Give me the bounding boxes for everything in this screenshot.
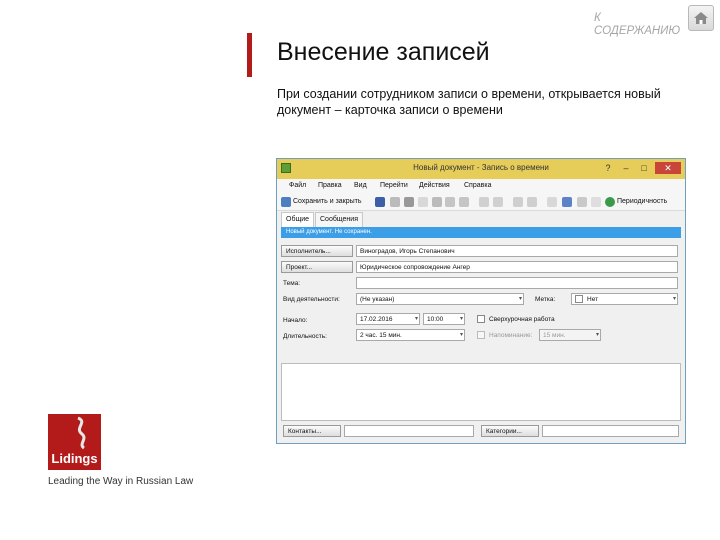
duration-value: 2 час. 15 мин. <box>360 332 402 339</box>
dropdown-icon[interactable] <box>547 197 557 207</box>
menu-go[interactable]: Перейти <box>380 182 408 189</box>
reminder-label: Напоминание: <box>489 332 533 339</box>
tab-general[interactable]: Общие <box>281 212 315 227</box>
page-title: Внесение записей <box>277 38 490 66</box>
mark-value: Нет <box>587 296 599 303</box>
project-button[interactable]: Проект... <box>281 261 353 273</box>
menu-actions[interactable]: Действия <box>419 182 450 189</box>
chevron-down-icon: ▾ <box>518 296 522 302</box>
mark-color-swatch <box>575 295 583 303</box>
move-icon[interactable] <box>432 197 442 207</box>
logo-text: Lidings <box>51 451 98 466</box>
duration-select[interactable]: 2 час. 15 мин. ▾ <box>356 329 465 341</box>
home-button[interactable] <box>688 5 714 31</box>
start-time-picker[interactable]: 10:00 ▾ <box>423 313 465 325</box>
menu-bar: Файл Правка Вид Перейти Действия Справка <box>277 179 685 194</box>
reminder-value: 15 мин. <box>543 332 566 339</box>
recurrence-icon <box>605 197 615 207</box>
previous-icon[interactable] <box>513 197 523 207</box>
start-date-value: 17.02.2016 <box>360 316 393 323</box>
flag-icon[interactable] <box>577 197 587 207</box>
save-close-button[interactable]: Сохранить и закрыть <box>293 198 362 205</box>
contacts-button[interactable]: Контакты... <box>283 425 341 437</box>
time-entry-window: Новый документ - Запись о времени ? – □ … <box>276 158 686 444</box>
mark-label: Метка: <box>535 296 556 303</box>
document-icon[interactable] <box>479 197 489 207</box>
overtime-label: Сверхурочная работа <box>489 316 555 323</box>
window-titlebar: Новый документ - Запись о времени ? – □ … <box>277 159 685 179</box>
activity-value: (Не указан) <box>360 296 395 303</box>
menu-help[interactable]: Справка <box>464 182 491 189</box>
chevron-down-icon: ▾ <box>672 296 676 302</box>
close-icon[interactable]: ✕ <box>655 162 681 174</box>
undo-icon[interactable] <box>445 197 455 207</box>
chevron-down-icon: ▾ <box>459 316 463 322</box>
tab-messages[interactable]: Сообщения <box>315 212 363 227</box>
toolbar: Сохранить и закрыть Периодичность <box>277 194 685 211</box>
title-accent-bar <box>247 33 252 77</box>
attach-icon[interactable] <box>390 197 400 207</box>
save-icon[interactable] <box>375 197 385 207</box>
start-label: Начало: <box>283 317 308 324</box>
home-icon <box>694 12 708 24</box>
start-date-picker[interactable]: 17.02.2016 ▾ <box>356 313 420 325</box>
save-close-icon <box>281 197 291 207</box>
activity-select[interactable]: (Не указан) ▾ <box>356 293 524 305</box>
menu-edit[interactable]: Правка <box>318 182 342 189</box>
copy-icon[interactable] <box>418 197 428 207</box>
recurrence-button[interactable]: Периодичность <box>617 198 667 205</box>
executor-field[interactable]: Виноградов, Игорь Степанович <box>356 245 678 257</box>
info-bar: Новый документ. Не сохранен. <box>281 227 681 238</box>
activity-label: Вид деятельности: <box>283 296 340 303</box>
duration-label: Длительность: <box>283 333 327 340</box>
categorize-icon[interactable] <box>562 197 572 207</box>
bottom-bar: Контакты... Категории... <box>281 423 681 439</box>
folder-icon[interactable] <box>493 197 503 207</box>
chevron-down-icon: ▾ <box>414 316 418 322</box>
help-icon[interactable]: ? <box>599 162 617 174</box>
next-icon[interactable] <box>527 197 537 207</box>
checkbox-icon[interactable] <box>591 197 601 207</box>
toc-link[interactable]: К СОДЕРЖАНИЮ <box>594 12 686 38</box>
company-logo: Lidings <box>48 414 101 470</box>
page-subtitle: При создании сотрудником записи о времен… <box>277 87 661 117</box>
executor-button[interactable]: Исполнитель... <box>281 245 353 257</box>
overtime-checkbox[interactable] <box>477 315 485 323</box>
menu-view[interactable]: Вид <box>354 182 367 189</box>
menu-file[interactable]: Файл <box>289 182 306 189</box>
categories-field[interactable] <box>542 425 679 437</box>
minimize-icon[interactable]: – <box>617 162 635 174</box>
chevron-down-icon: ▾ <box>459 332 463 338</box>
logo-swirl-icon <box>77 416 86 450</box>
subject-label: Тема: <box>283 280 301 287</box>
categories-button[interactable]: Категории... <box>481 425 539 437</box>
delete-icon[interactable] <box>459 197 469 207</box>
reminder-select[interactable]: 15 мин. ▾ <box>539 329 601 341</box>
start-time-value: 10:00 <box>427 316 444 323</box>
chevron-down-icon: ▾ <box>595 332 599 338</box>
reminder-checkbox[interactable] <box>477 331 485 339</box>
tagline: Leading the Way in Russian Law <box>48 476 194 487</box>
project-field[interactable]: Юридическое сопровождение Ангер <box>356 261 678 273</box>
notes-area[interactable] <box>281 363 681 421</box>
subject-input[interactable] <box>356 277 678 289</box>
contacts-field[interactable] <box>344 425 474 437</box>
mark-select[interactable]: Нет ▾ <box>571 293 678 305</box>
maximize-icon[interactable]: □ <box>635 162 653 174</box>
print-icon[interactable] <box>404 197 414 207</box>
